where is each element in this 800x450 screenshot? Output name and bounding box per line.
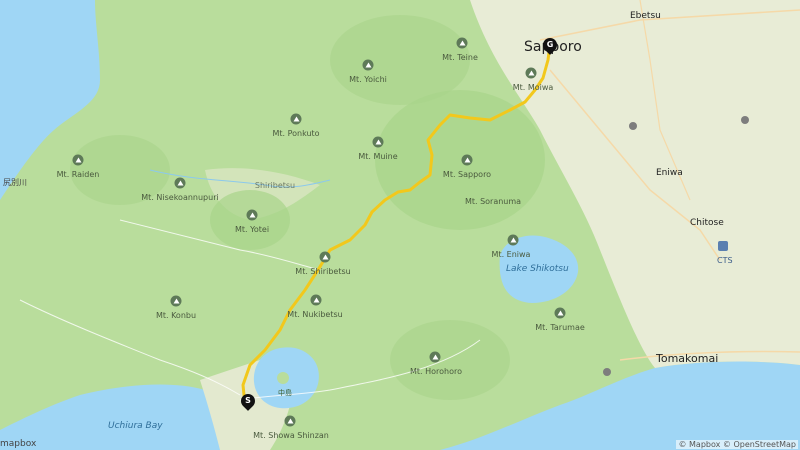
mapbox-logo[interactable]: mapbox: [0, 439, 36, 449]
label-mt-horohoro: Mt. Horohoro: [409, 367, 463, 376]
map-canvas[interactable]: Sapporo Ebetsu Eniwa Chitose Tomakomai S…: [0, 0, 800, 450]
mountain-icon: [461, 154, 473, 166]
label-mt-ponkuto: Mt. Ponkuto: [272, 129, 320, 138]
label-uchiura-bay: Uchiura Bay: [108, 421, 163, 431]
mountain-icon: [246, 209, 258, 221]
mountain-icon: [170, 295, 182, 307]
mountain-icon: [319, 251, 331, 263]
label-nakajima: 中島: [278, 389, 292, 397]
mountain-icon: [372, 136, 384, 148]
label-mt-nukibetsu: Mt. Nukibetsu: [287, 310, 343, 319]
label-partial-left: 尻別川: [3, 178, 27, 187]
mountain-icon: [290, 113, 302, 125]
label-lake-shikotsu: Lake Shikotsu: [506, 264, 569, 274]
poi-icon: [629, 122, 637, 130]
label-mt-moiwa: Mt. Moiwa: [512, 83, 554, 92]
label-mt-soranuma: Mt. Soranuma: [464, 197, 522, 206]
label-mt-sapporo: Mt. Sapporo: [442, 170, 492, 179]
start-marker[interactable]: S: [238, 391, 258, 411]
mountain-icon: [456, 37, 468, 49]
map-base: [0, 0, 800, 450]
label-mt-yotei: Mt. Yotei: [234, 225, 270, 234]
label-mt-teine: Mt. Teine: [442, 53, 478, 62]
poi-icon: [741, 116, 749, 124]
mountain-icon: [525, 67, 537, 79]
mountain-icon: [72, 154, 84, 166]
label-mt-shiribetsu: Mt. Shiribetsu: [295, 267, 351, 276]
airport-icon: [718, 241, 728, 251]
label-shiribetsu: Shiribetsu: [254, 181, 296, 190]
mountain-icon: [429, 351, 441, 363]
mountain-icon: [507, 234, 519, 246]
city-ebetsu: Ebetsu: [630, 11, 661, 21]
mountain-icon: [310, 294, 322, 306]
mountain-icon: [554, 307, 566, 319]
label-mt-eniwa: Mt. Eniwa: [491, 250, 531, 259]
mountain-icon: [362, 59, 374, 71]
label-mt-muine: Mt. Muine: [358, 152, 398, 161]
label-mt-showa-shinzan: Mt. Showa Shinzan: [253, 431, 329, 440]
map-attribution[interactable]: © Mapbox © OpenStreetMap: [676, 440, 798, 449]
city-tomakomai: Tomakomai: [656, 352, 719, 365]
poi-icon: [603, 368, 611, 376]
label-airport-cts: CTS: [717, 256, 733, 265]
goal-marker[interactable]: G: [540, 35, 560, 55]
label-mt-yoichi: Mt. Yoichi: [349, 75, 387, 84]
mountain-icon: [174, 177, 186, 189]
label-mt-konbu: Mt. Konbu: [155, 311, 197, 320]
city-eniwa: Eniwa: [656, 168, 683, 178]
label-mt-tarumae: Mt. Tarumae: [535, 323, 585, 332]
label-mt-nisekoannupuri: Mt. Nisekoannupuri: [141, 193, 219, 202]
mountain-icon: [284, 415, 296, 427]
city-chitose: Chitose: [690, 218, 724, 228]
label-mt-raiden: Mt. Raiden: [56, 170, 100, 179]
